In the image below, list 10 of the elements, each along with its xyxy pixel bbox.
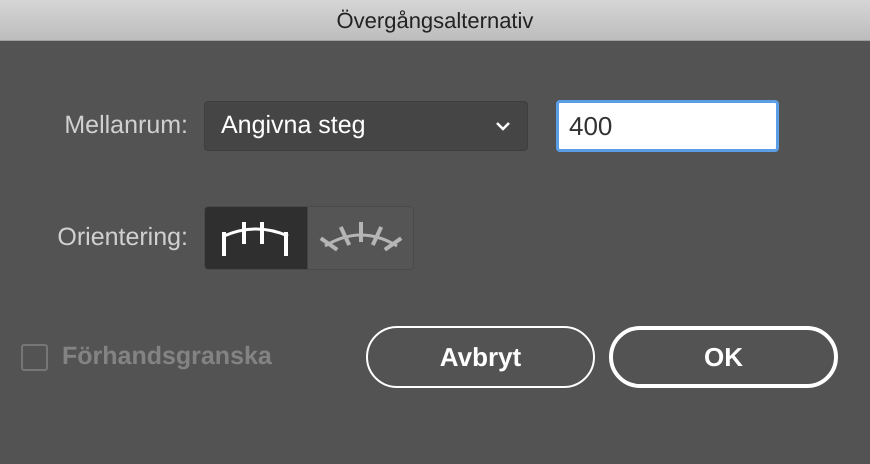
chevron-down-icon <box>495 121 511 131</box>
cancel-button[interactable]: Avbryt <box>366 326 595 388</box>
orientation-toggle[interactable] <box>307 207 413 269</box>
ok-button[interactable]: OK <box>609 326 838 388</box>
spacing-label: Mellanrum: <box>63 110 189 142</box>
spacing-input[interactable]: 400 <box>556 100 779 152</box>
window-title: Övergångsalternativ <box>336 6 534 35</box>
orientation-label: Orientering: <box>56 222 189 254</box>
orientation-toggle[interactable] <box>205 207 307 269</box>
spacing-dropdown[interactable]: Angivna steg <box>204 101 528 151</box>
